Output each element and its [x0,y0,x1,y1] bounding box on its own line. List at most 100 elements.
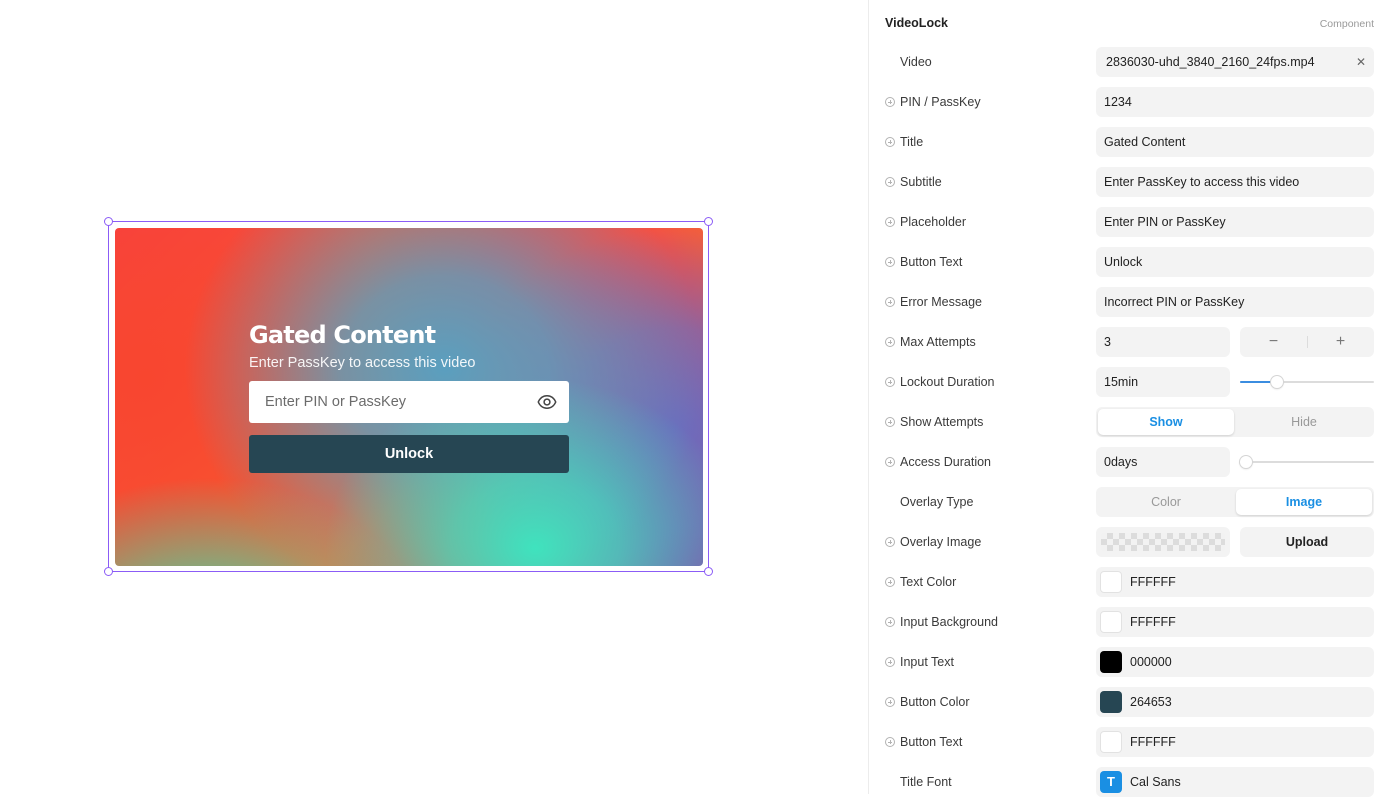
color-hex: FFFFFF [1130,575,1176,589]
prop-label: Placeholder [900,215,967,229]
max-attempts-stepper: − + [1240,327,1374,357]
slider-knob[interactable] [1240,456,1252,468]
hide-option[interactable]: Hide [1236,409,1372,435]
gate-title: Gated Content [249,321,436,349]
passkey-input-wrapper [249,381,569,423]
button-color-field[interactable]: 264653 [1096,687,1374,717]
resize-handle-top-left[interactable] [104,217,113,226]
prop-row-max-attempts: Max Attempts 3 − + [885,327,1374,357]
color-swatch[interactable] [1100,651,1122,673]
transparency-pattern [1101,533,1225,551]
prop-row-show-attempts: Show Attempts Show Hide [885,407,1374,437]
subtitle-field[interactable]: Enter PassKey to access this video [1096,167,1374,197]
color-hex: 000000 [1130,655,1172,669]
eye-icon[interactable] [537,392,557,412]
overlay-type-toggle: Color Image [1096,487,1374,517]
upload-button[interactable]: Upload [1240,527,1374,557]
prop-label: Subtitle [900,175,942,189]
prop-row-pin: PIN / PassKey 1234 [885,87,1374,117]
panel-header: VideoLock Component [885,16,1374,32]
unlock-button[interactable]: Unlock [249,435,569,473]
video-file-name: 2836030-uhd_3840_2160_24fps.mp4 [1106,55,1315,69]
prop-row-placeholder: Placeholder Enter PIN or PassKey [885,207,1374,237]
color-option[interactable]: Color [1098,489,1234,515]
gate-subtitle: Enter PassKey to access this video [249,355,476,371]
prop-label: Max Attempts [900,335,976,349]
lockout-duration-field[interactable]: 15min [1096,367,1230,397]
prop-label: Access Duration [900,455,992,469]
video-file-field[interactable]: 2836030-uhd_3840_2160_24fps.mp4 ✕ [1096,47,1374,77]
prop-row-access-duration: Access Duration 0days [885,447,1374,477]
font-name: Cal Sans [1130,775,1181,789]
image-option[interactable]: Image [1236,489,1372,515]
resize-handle-top-right[interactable] [704,217,713,226]
prop-row-input-text: Input Text 000000 [885,647,1374,677]
prop-label: Overlay Type [900,495,974,509]
font-icon: T [1100,771,1122,793]
prop-label: Input Background [900,615,998,629]
prop-label: Error Message [900,295,982,309]
prop-row-button-color: Button Color 264653 [885,687,1374,717]
close-icon[interactable]: ✕ [1356,47,1366,77]
color-swatch[interactable] [1100,611,1122,633]
component-kind: Component [1319,18,1374,30]
placeholder-field[interactable]: Enter PIN or PassKey [1096,207,1374,237]
videolock-preview[interactable]: Gated Content Enter PassKey to access th… [115,228,703,566]
slider-track [1240,461,1374,463]
lockout-duration-slider[interactable] [1240,367,1374,397]
prop-row-button-text-color: Button Text FFFFFF [885,727,1374,757]
prop-label: Button Color [900,695,970,709]
prop-label: Show Attempts [900,415,984,429]
access-duration-slider[interactable] [1240,447,1374,477]
show-option[interactable]: Show [1098,409,1234,435]
color-hex: 264653 [1130,695,1172,709]
max-attempts-field[interactable]: 3 [1096,327,1230,357]
overlay-image-preview[interactable] [1096,527,1230,557]
prop-label: Title [900,135,924,149]
prop-label: Overlay Image [900,535,982,549]
color-swatch[interactable] [1100,731,1122,753]
prop-label: Text Color [900,575,957,589]
prop-label: PIN / PassKey [900,95,981,109]
resize-handle-bottom-left[interactable] [104,567,113,576]
color-hex: FFFFFF [1130,735,1176,749]
prop-row-text-color: Text Color FFFFFF [885,567,1374,597]
title-font-field[interactable]: T Cal Sans [1096,767,1374,797]
button-text-color-field[interactable]: FFFFFF [1096,727,1374,757]
title-field[interactable]: Gated Content [1096,127,1374,157]
prop-label: Title Font [900,775,952,789]
text-color-field[interactable]: FFFFFF [1096,567,1374,597]
prop-row-button-text: Button Text Unlock [885,247,1374,277]
prop-label: Button Text [900,255,963,269]
prop-row-lockout-duration: Lockout Duration 15min [885,367,1374,397]
prop-label: Video [900,55,932,69]
decrement-button[interactable]: − [1240,327,1307,357]
show-attempts-toggle: Show Hide [1096,407,1374,437]
prop-row-input-background: Input Background FFFFFF [885,607,1374,637]
prop-row-subtitle: Subtitle Enter PassKey to access this vi… [885,167,1374,197]
error-message-field[interactable]: Incorrect PIN or PassKey [1096,287,1374,317]
increment-button[interactable]: + [1307,327,1374,357]
prop-label: Lockout Duration [900,375,995,389]
prop-row-error-message: Error Message Incorrect PIN or PassKey [885,287,1374,317]
prop-label: Input Text [900,655,954,669]
prop-row-title-font: Title Font T Cal Sans [885,767,1374,797]
pin-field[interactable]: 1234 [1096,87,1374,117]
prop-row-title: Title Gated Content [885,127,1374,157]
input-background-field[interactable]: FFFFFF [1096,607,1374,637]
color-swatch[interactable] [1100,571,1122,593]
gate-overlay: Gated Content Enter PassKey to access th… [249,320,569,473]
prop-label: Button Text [900,735,963,749]
button-text-field[interactable]: Unlock [1096,247,1374,277]
prop-row-overlay-image: Overlay Image Upload [885,527,1374,557]
properties-panel: VideoLock Component Video 2836030-uhd_38… [868,0,1384,797]
passkey-input[interactable] [249,381,519,423]
input-text-field[interactable]: 000000 [1096,647,1374,677]
color-swatch[interactable] [1100,691,1122,713]
access-duration-field[interactable]: 0days [1096,447,1230,477]
design-canvas[interactable]: Gated Content Enter PassKey to access th… [0,0,868,794]
component-name: VideoLock [885,16,948,30]
slider-knob[interactable] [1270,376,1283,388]
resize-handle-bottom-right[interactable] [704,567,713,576]
color-hex: FFFFFF [1130,615,1176,629]
